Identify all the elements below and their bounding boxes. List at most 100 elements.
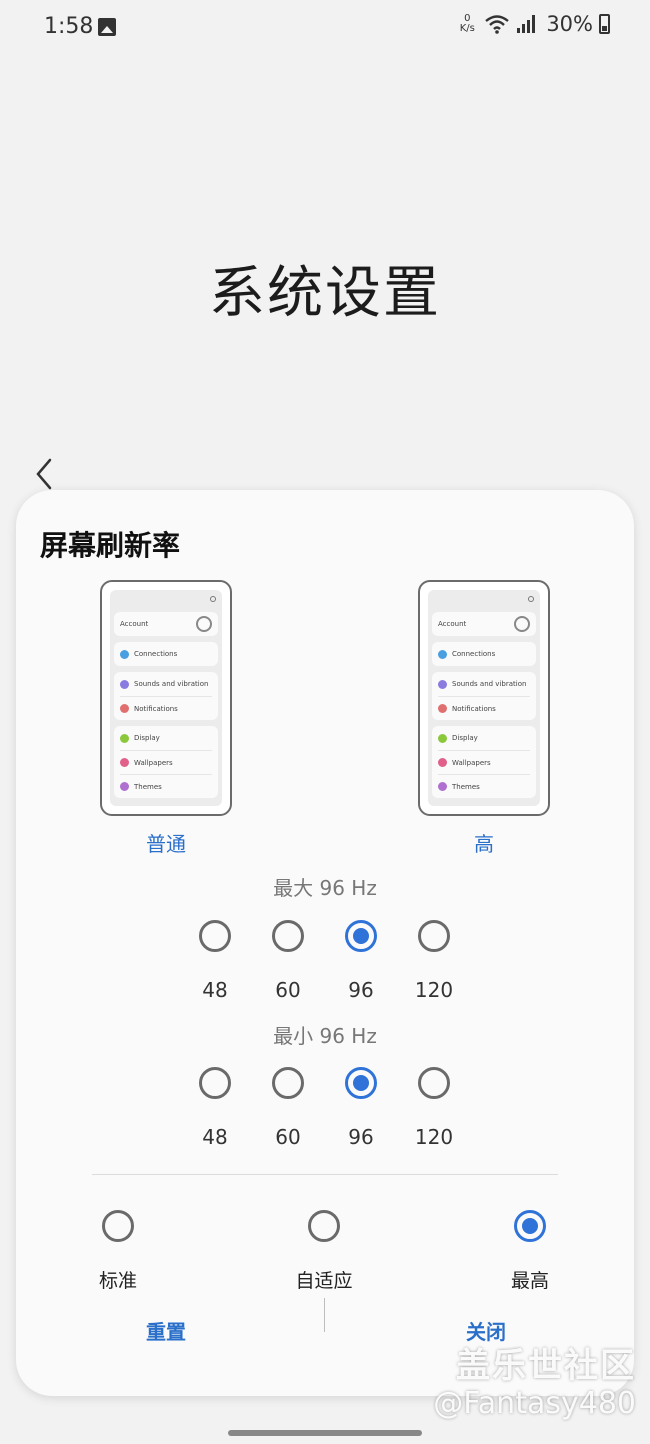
home-indicator[interactable] [228,1430,422,1436]
display-icon [438,733,447,743]
preview-card: Display Wallpapers Themes [432,726,536,798]
preview-row: Connections [438,642,530,666]
network-speed: 0 K/s [456,14,478,34]
battery-percent: 30% [546,12,593,36]
max-option-label: 96 [348,978,374,1002]
notifications-icon [120,704,129,713]
preview-row: Notifications [120,696,212,720]
display-icon [120,733,129,743]
status-bar: 1:58 0 K/s 30% [0,0,650,56]
min-rate-caption: 最小 96 Hz [273,1024,377,1048]
preview-high: Account Connections Sounds and vibration… [418,580,550,816]
max-option-label: 120 [414,978,454,1002]
preview-row: Connections [120,642,212,666]
preview-row-label: Connections [134,650,178,658]
wifi-icon [485,15,510,34]
wallpapers-icon [438,758,447,767]
connections-icon [120,649,129,659]
preview-row: Sounds and vibration [120,672,212,696]
search-icon [528,596,534,602]
preview-row: Notifications [438,696,530,720]
max-rate-caption: 最大 96 Hz [273,876,377,900]
preview-row: Themes [120,774,212,798]
preview-row: Display [438,726,530,750]
search-icon [210,596,216,602]
battery-icon [599,14,610,34]
preview-row-label: Wallpapers [134,758,173,767]
preview-row: Sounds and vibration [438,672,530,696]
preview-row-label: Display [452,734,478,742]
notifications-icon [438,704,447,713]
min-option-label: 96 [348,1125,374,1149]
wallpapers-icon [120,758,129,767]
preview-card-account: Account [114,612,218,636]
preview-card: Sounds and vibration Notifications [432,672,536,720]
preview-card: Display Wallpapers Themes [114,726,218,798]
mode-label-adaptive: 自适应 [295,1270,353,1292]
min-option-label: 60 [275,1125,301,1149]
preview-row-label: Account [438,620,467,628]
preview-card: Sounds and vibration Notifications [114,672,218,720]
sound-icon [120,679,129,689]
preview-row-label: Display [134,734,160,742]
page-title: 系统设置 [209,261,441,326]
button-divider [324,1298,325,1332]
preview-screen: Account Connections Sounds and vibration… [110,590,222,806]
min-radio-60[interactable] [272,1067,304,1099]
mode-label-standard: 标准 [98,1270,137,1292]
preview-row: Display [120,726,212,750]
max-option-label: 48 [202,978,228,1002]
themes-icon [120,782,129,791]
preview-standard: Account Connections Sounds and vibration… [100,580,232,816]
max-radio-120[interactable] [418,920,450,952]
mode-radio-highest[interactable] [514,1210,546,1242]
preview-row-label: Wallpapers [452,758,491,767]
min-option-label: 120 [414,1125,454,1149]
max-radio-96[interactable] [345,920,377,952]
connections-icon [438,649,447,659]
signal-icon [517,15,536,33]
avatar-icon [514,616,530,632]
image-icon [98,18,116,36]
preview-row-label: Sounds and vibration [134,680,209,688]
sheet-title: 屏幕刷新率 [40,529,181,562]
watermark-author: @Fantasy480 [433,1386,636,1421]
preview-row-label: Themes [452,782,480,791]
preview-row-label: Account [120,620,149,628]
max-radio-60[interactable] [272,920,304,952]
min-radio-48[interactable] [199,1067,231,1099]
preview-card: Connections [432,642,536,666]
preview-row-label: Sounds and vibration [452,680,527,688]
preview-row: Account [120,612,212,636]
sound-icon [438,679,447,689]
mode-label-highest: 最高 [510,1270,549,1292]
themes-icon [438,782,447,791]
preview-row: Account [438,612,530,636]
preview-row: Wallpapers [438,750,530,774]
reset-button[interactable]: 重置 [86,1316,246,1345]
preview-row-label: Connections [452,650,496,658]
max-option-label: 60 [275,978,301,1002]
min-radio-96[interactable] [345,1067,377,1099]
preview-row: Themes [438,774,530,798]
back-chevron-icon[interactable] [30,456,60,492]
preview-row-label: Notifications [134,704,178,713]
preview-row-label: Themes [134,782,162,791]
network-speed-unit: K/s [459,23,475,34]
watermark-title: 盖乐世社区 [456,1346,636,1386]
preview-row-label: Notifications [452,704,496,713]
status-right: 0 K/s 30% [456,12,610,36]
min-radio-120[interactable] [418,1067,450,1099]
preview-card-account: Account [432,612,536,636]
status-time: 1:58 [44,14,94,39]
max-radio-48[interactable] [199,920,231,952]
min-option-label: 48 [202,1125,228,1149]
preview-screen: Account Connections Sounds and vibration… [428,590,540,806]
divider [92,1174,558,1175]
mode-radio-standard[interactable] [102,1210,134,1242]
mode-radio-adaptive[interactable] [308,1210,340,1242]
preview-row: Wallpapers [120,750,212,774]
preview-label-high[interactable]: 高 [418,828,550,857]
refresh-rate-sheet: 屏幕刷新率 Account Connections Sounds and vib… [16,490,634,1396]
preview-label-standard[interactable]: 普通 [100,828,232,857]
